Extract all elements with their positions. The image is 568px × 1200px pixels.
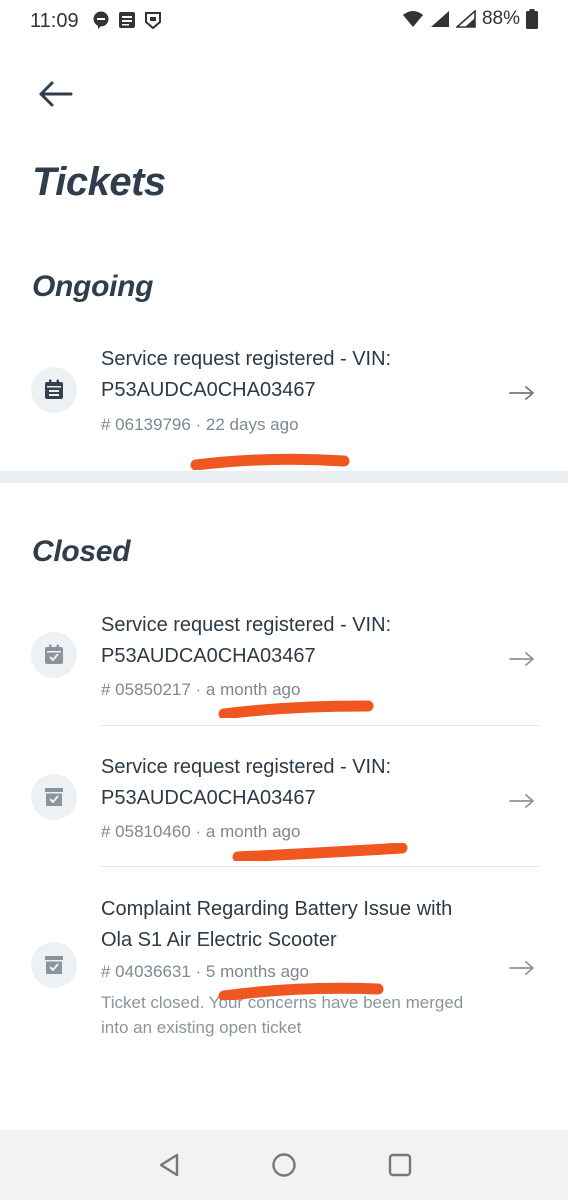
annotation-underline: [232, 843, 408, 861]
shield-icon: [144, 11, 162, 30]
back-triangle-icon: [159, 1153, 179, 1177]
ticket-title: Complaint Regarding Battery Issue with O…: [101, 898, 453, 951]
page-title: Tickets: [32, 160, 166, 204]
ticket-title: Service request registered - VIN: P53AUD…: [101, 348, 392, 401]
row-divider: [101, 866, 539, 867]
signal-icon: [430, 11, 449, 27]
ticket-meta: # 06139796 · 22 days ago: [101, 415, 299, 434]
nav-home-button[interactable]: [269, 1150, 299, 1180]
wifi-icon: [402, 11, 423, 27]
ticket-icon-wrap: [31, 942, 77, 988]
annotation-underline: [218, 982, 384, 1000]
system-nav-bar: [0, 1130, 568, 1200]
ticket-meta: # 05810460 · a month ago: [101, 822, 301, 841]
section-title-closed: Closed: [32, 535, 131, 568]
battery-icon: [526, 9, 538, 29]
nav-recents-button[interactable]: [385, 1150, 415, 1180]
row-divider: [101, 725, 539, 726]
arrow-left-icon: [39, 81, 73, 107]
ticket-icon-wrap: [31, 367, 77, 413]
ticket-icon-wrap: [31, 774, 77, 820]
ticket-item[interactable]: Service request registered - VIN: P53AUD…: [0, 340, 568, 470]
arrow-right-icon: [509, 386, 534, 400]
ticket-title: Service request registered - VIN: P53AUD…: [101, 614, 392, 667]
calendar-check-icon: [45, 644, 63, 664]
recents-square-icon: [388, 1153, 412, 1177]
ticket-meta: # 05850217 · a month ago: [101, 680, 301, 699]
home-circle-icon: [272, 1153, 296, 1177]
arrow-right-icon: [509, 794, 534, 808]
ticket-title: Service request registered - VIN: P53AUD…: [101, 756, 392, 809]
status-right: 88%: [402, 8, 538, 30]
signal-icon: [455, 10, 476, 28]
ticket-meta: # 04036631 · 5 months ago: [101, 962, 309, 981]
battery-percentage: 88%: [481, 8, 520, 29]
annotation-underline: [190, 453, 350, 470]
news-icon: [118, 11, 136, 29]
calendar-icon: [45, 379, 63, 399]
annotation-underline: [218, 700, 374, 718]
arrow-right-icon: [509, 961, 534, 975]
section-divider: [0, 471, 568, 483]
archive-check-icon: [45, 788, 63, 806]
status-time: 11:09: [30, 10, 79, 32]
status-bar: 11:09 88%: [0, 0, 568, 44]
ticket-icon-wrap: [31, 632, 77, 678]
section-title-ongoing: Ongoing: [32, 270, 154, 303]
back-button[interactable]: [36, 76, 76, 112]
chat-bubble-icon: [92, 11, 110, 29]
arrow-right-icon: [509, 652, 534, 666]
ticket-item[interactable]: Complaint Regarding Battery Issue with O…: [0, 890, 568, 1050]
notification-icons: [92, 11, 162, 30]
nav-back-button[interactable]: [155, 1150, 185, 1180]
archive-check-icon: [45, 956, 63, 974]
